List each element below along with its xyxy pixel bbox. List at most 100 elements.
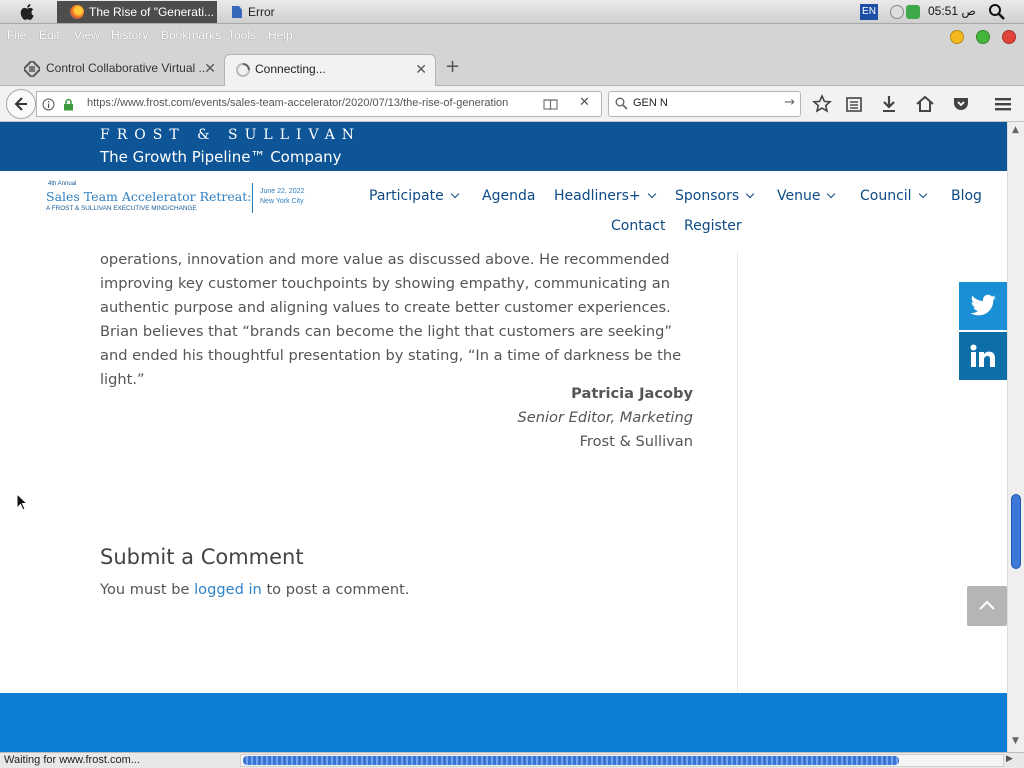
scrollbar-thumb[interactable] — [1011, 494, 1021, 569]
tab-close-icon[interactable]: ✕ — [415, 55, 427, 83]
chevron-down-icon — [827, 189, 836, 199]
apple-menu-icon[interactable] — [18, 2, 38, 22]
download-icon[interactable] — [879, 94, 899, 114]
nav-participate[interactable]: Participate — [369, 188, 459, 204]
tab-close-icon[interactable]: ✕ — [204, 54, 216, 82]
firefox-icon — [70, 5, 84, 19]
site-footer — [0, 693, 1007, 752]
author-title: Senior Editor, Marketing — [517, 409, 694, 426]
menu-help[interactable]: Help — [268, 28, 293, 42]
login-link[interactable]: logged in — [194, 581, 262, 598]
chevron-up-icon — [979, 600, 995, 610]
navigation-bar: https://www.frost.com/events/sales-team-… — [0, 86, 1024, 122]
nav-participate-label: Participate — [369, 188, 444, 204]
horizontal-scrollbar[interactable] — [240, 754, 1004, 767]
horizontal-scroll-thumb[interactable] — [243, 756, 899, 765]
site-header: FROST & SULLIVAN The Growth Pipeline™ Co… — [0, 122, 1007, 171]
system-clock: 05:51 ص — [928, 4, 976, 18]
search-icon[interactable] — [988, 3, 1006, 21]
url-text: https://www.frost.com/events/sales-team-… — [87, 97, 509, 109]
nav-council-label: Council — [860, 188, 912, 204]
comment-note-prefix: You must be — [100, 581, 195, 598]
tab-label: Connecting... — [255, 62, 326, 76]
comment-note-suffix: to post a comment. — [261, 581, 410, 598]
new-tab-icon[interactable]: + — [445, 56, 460, 77]
search-value: GEN N — [633, 97, 668, 109]
nav-headliners-label: Headliners+ — [554, 188, 641, 204]
comment-section-title: Submit a Comment — [100, 545, 304, 569]
arrow-left-icon — [14, 97, 27, 111]
document-icon — [232, 6, 242, 18]
status-circle-icon[interactable] — [890, 5, 904, 19]
nav-sponsors[interactable]: Sponsors — [675, 188, 755, 204]
logo-edition: 4th Annual — [48, 181, 77, 187]
reader-view-icon[interactable] — [543, 98, 558, 111]
chevron-down-icon — [745, 189, 755, 199]
info-icon[interactable] — [42, 98, 55, 111]
hamburger-menu-icon[interactable] — [993, 94, 1013, 114]
menu-view[interactable]: View — [74, 28, 100, 42]
nav-agenda[interactable]: Agenda — [482, 188, 535, 204]
taskbar-firefox-label: The Rise of "Generati... — [89, 5, 214, 19]
scroll-right-icon[interactable]: ▶ — [1006, 754, 1013, 764]
linkedin-share-button[interactable] — [959, 332, 1007, 380]
menu-bar: File Edit View History Bookmarks Tools H… — [0, 24, 1024, 50]
close-button[interactable] — [1002, 30, 1016, 44]
logo-event-name: Sales Team Accelerator Retreat: — [46, 189, 252, 204]
stop-icon[interactable]: ✕ — [579, 95, 590, 110]
home-icon[interactable] — [915, 94, 935, 114]
taskbar-firefox-window[interactable]: The Rise of "Generati... — [57, 1, 217, 23]
minimize-button[interactable] — [950, 30, 964, 44]
bookmark-star-icon[interactable] — [812, 94, 832, 114]
nav-venue-label: Venue — [777, 188, 821, 204]
tab-label: Control Collaborative Virtual ... — [46, 61, 209, 75]
back-button[interactable] — [6, 89, 36, 119]
scroll-down-icon[interactable]: ▼ — [1012, 736, 1019, 746]
sidebar-divider — [737, 252, 738, 692]
taskbar-error-window[interactable]: Error — [230, 1, 275, 23]
menu-history[interactable]: History — [111, 28, 148, 42]
brand-tagline[interactable]: The Growth Pipeline™ Company — [100, 148, 342, 166]
nav-contact[interactable]: Contact — [611, 218, 665, 234]
comment-login-note: You must be logged in to post a comment. — [100, 581, 409, 598]
nav-headliners[interactable]: Headliners+ — [554, 188, 656, 204]
search-go-icon[interactable]: → — [784, 95, 795, 110]
nav-venue[interactable]: Venue — [777, 188, 836, 204]
menu-edit[interactable]: Edit — [39, 28, 60, 42]
scroll-up-icon[interactable]: ▲ — [1012, 125, 1019, 135]
twitter-icon — [970, 294, 996, 316]
virtualbox-icon — [24, 61, 40, 77]
bookmarks-list-icon[interactable] — [844, 94, 864, 114]
page-viewport: FROST & SULLIVAN The Growth Pipeline™ Co… — [0, 122, 1007, 752]
brand-name[interactable]: FROST & SULLIVAN — [100, 127, 361, 143]
menu-bookmarks[interactable]: Bookmarks — [161, 28, 221, 42]
nav-council[interactable]: Council — [860, 188, 927, 204]
chevron-down-icon — [918, 189, 927, 199]
tab-strip: Control Collaborative Virtual ... ✕ Conn… — [0, 50, 1024, 86]
keyboard-layout-indicator[interactable]: EN — [860, 4, 878, 20]
event-logo[interactable]: 4th Annual Sales Team Accelerator Retrea… — [46, 181, 308, 215]
maximize-button[interactable] — [976, 30, 990, 44]
search-input[interactable]: GEN N → — [608, 91, 801, 117]
mouse-cursor-icon — [16, 493, 28, 511]
nav-sponsors-label: Sponsors — [675, 188, 740, 204]
pocket-icon[interactable] — [951, 94, 971, 114]
menu-tools[interactable]: Tools — [228, 28, 256, 42]
author-organization: Frost & Sullivan — [579, 433, 693, 450]
back-to-top-button[interactable] — [967, 586, 1007, 626]
article-paragraph: operations, innovation and more value as… — [100, 251, 682, 388]
logo-tagline: A FROST & SULLIVAN EXECUTIVE MIND/CHANGE — [46, 205, 197, 212]
menu-file[interactable]: File — [7, 28, 26, 42]
lock-icon[interactable] — [63, 98, 74, 111]
nav-register[interactable]: Register — [684, 218, 742, 234]
loading-icon — [236, 63, 250, 77]
twitter-share-button[interactable] — [959, 282, 1007, 330]
site-navigation: 4th Annual Sales Team Accelerator Retrea… — [0, 171, 1007, 241]
update-icon[interactable] — [906, 5, 920, 19]
vertical-scrollbar[interactable]: ▲ ▼ — [1007, 122, 1024, 752]
tab-control-collaborative[interactable]: Control Collaborative Virtual ... ✕ — [8, 54, 224, 86]
nav-blog[interactable]: Blog — [951, 188, 982, 204]
tab-connecting[interactable]: Connecting... ✕ — [224, 54, 436, 86]
chevron-down-icon — [450, 189, 459, 199]
url-bar[interactable]: https://www.frost.com/events/sales-team-… — [36, 91, 602, 117]
